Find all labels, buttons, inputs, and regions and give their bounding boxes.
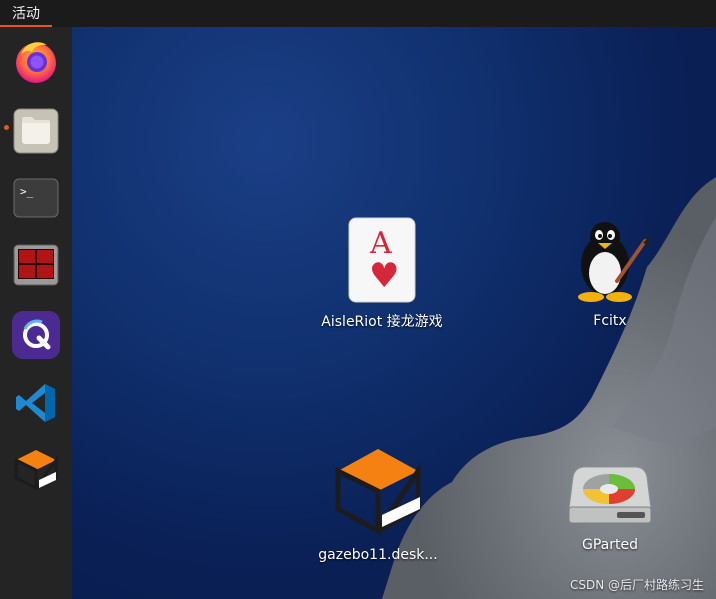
dock-item-gazebo[interactable] xyxy=(10,443,62,495)
dock-item-terminator[interactable] xyxy=(10,239,62,291)
terminal-prompt: >_ xyxy=(20,185,34,198)
dock-item-files[interactable] xyxy=(10,105,62,157)
desktop-icon-label: AisleRiot 接龙游戏 xyxy=(321,314,443,330)
desktop-icon-fcitx[interactable]: Fcitx xyxy=(530,215,690,329)
desktop: A ♥ AisleRiot 接龙游戏 Fcitx gazebo11.desk..… xyxy=(72,27,716,599)
dock-item-firefox[interactable] xyxy=(10,35,62,87)
penguin-icon xyxy=(578,222,651,302)
desktop-icon-gparted[interactable]: GParted xyxy=(530,463,690,553)
top-bar: 活动 xyxy=(0,0,716,27)
terminator-icon xyxy=(13,244,59,286)
activities-button[interactable]: 活动 xyxy=(0,0,52,27)
dock: >_ xyxy=(0,27,72,599)
running-indicator xyxy=(4,125,9,130)
vscode-icon xyxy=(16,384,55,422)
gazebo-icon xyxy=(335,449,421,536)
q-app-icon xyxy=(12,311,60,359)
dock-item-terminal[interactable]: >_ xyxy=(10,172,62,224)
dock-item-vscode[interactable] xyxy=(10,377,62,429)
firefox-icon xyxy=(16,42,56,83)
terminal-icon: >_ xyxy=(13,178,59,218)
desktop-icon-label: gazebo11.desk... xyxy=(318,547,438,563)
desktop-icon-label: Fcitx xyxy=(593,313,627,329)
files-icon xyxy=(13,108,59,154)
playing-card-icon: A ♥ xyxy=(348,217,416,303)
desktop-icon-label: GParted xyxy=(582,537,638,553)
gazebo-icon xyxy=(14,450,58,491)
hard-disk-icon xyxy=(568,466,652,524)
dock-item-q-app[interactable] xyxy=(10,309,62,361)
desktop-icon-gazebo[interactable]: gazebo11.desk... xyxy=(298,441,458,563)
card-suit-heart: ♥ xyxy=(369,256,399,296)
desktop-icon-aisleriot[interactable]: A ♥ AisleRiot 接龙游戏 xyxy=(302,217,462,331)
watermark: CSDN @后厂村路练习生 xyxy=(569,578,704,592)
